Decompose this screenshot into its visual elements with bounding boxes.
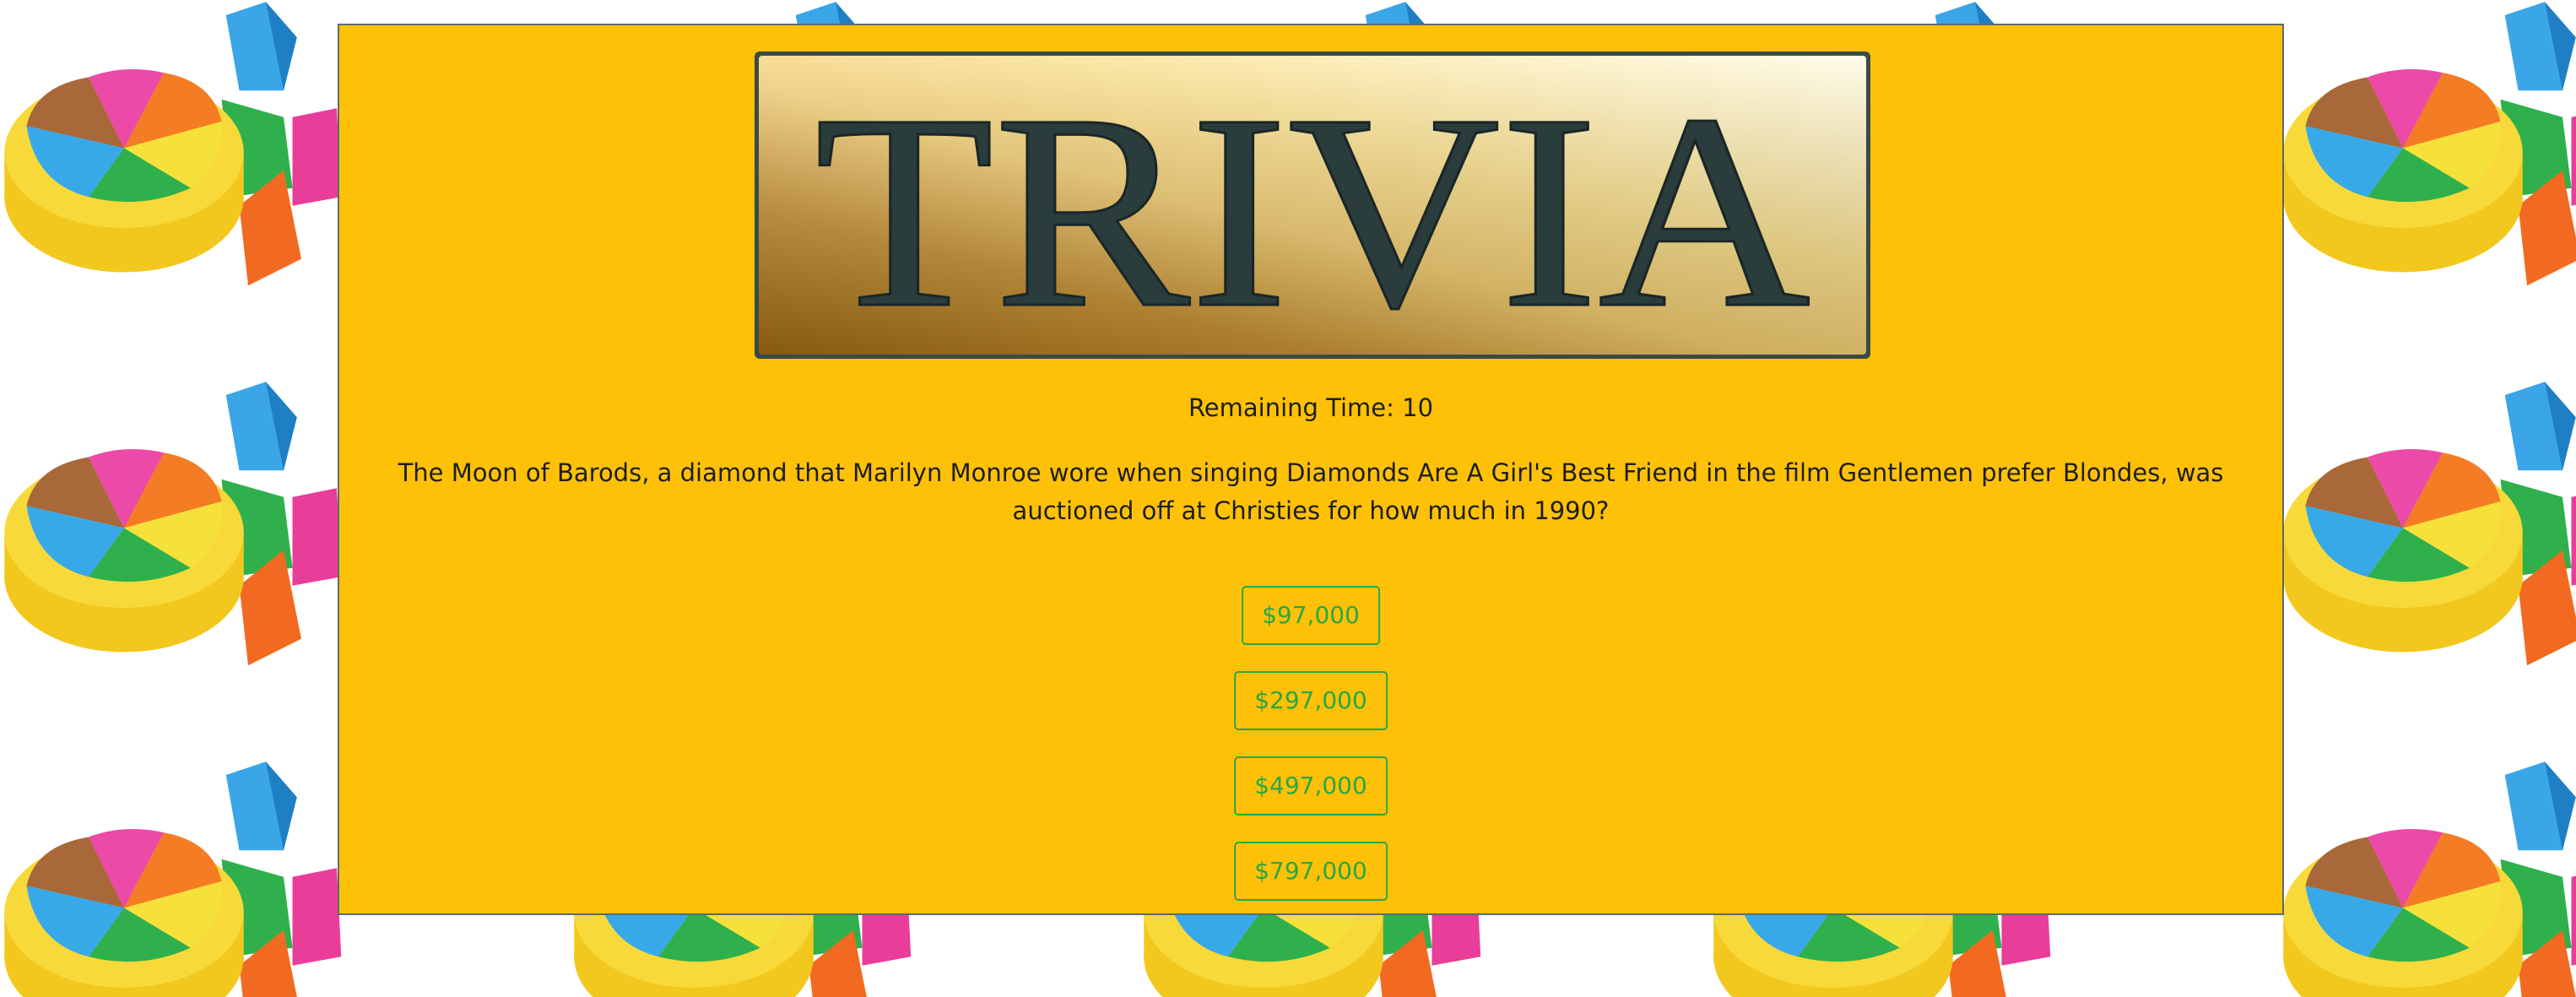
trivia-pie-pieces-icon: [4, 382, 342, 666]
trivia-pie-pieces-icon: [2283, 2, 2576, 286]
trivia-logo: TRIVIA: [755, 51, 1870, 367]
trivia-pie-pieces-icon: [2283, 761, 2576, 997]
answer-list: $97,000 $297,000 $497,000 $797,000: [339, 561, 2282, 901]
remaining-time: Remaining Time: 10: [1188, 393, 1434, 422]
question-text: The Moon of Barods, a diamond that Maril…: [398, 458, 2224, 525]
answer-button-4[interactable]: $797,000: [1234, 842, 1388, 901]
answer-button-1[interactable]: $97,000: [1242, 586, 1380, 645]
answer-button-2[interactable]: $297,000: [1234, 671, 1388, 730]
answer-button-3[interactable]: $497,000: [1234, 756, 1388, 815]
trivia-pie-pieces-icon: [4, 761, 342, 997]
game-panel: TRIVIA Remaining Time: 10 The Moon of Ba…: [338, 24, 2284, 915]
trivia-pie-pieces-icon: [2283, 382, 2576, 666]
trivia-pie-pieces-icon: [4, 2, 342, 286]
logo-text: TRIVIA: [814, 57, 1810, 359]
